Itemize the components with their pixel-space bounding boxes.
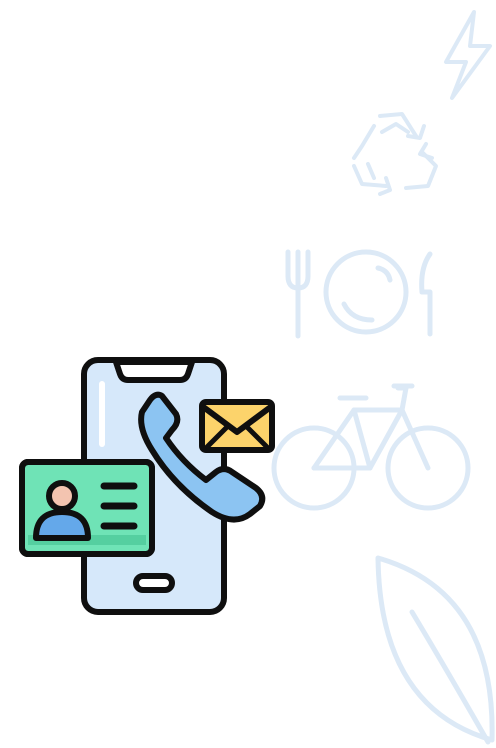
- leaf-icon: [368, 552, 496, 748]
- recycle-icon: [346, 106, 446, 202]
- bicycle-icon: [270, 380, 476, 520]
- fork-plate-knife-icon: [282, 248, 438, 340]
- lightning-bolt-icon: [438, 10, 496, 102]
- envelope-icon: [199, 399, 275, 453]
- illustration-canvas: [0, 0, 496, 748]
- contact-illustration: [16, 354, 280, 618]
- contact-card-icon: [19, 459, 155, 557]
